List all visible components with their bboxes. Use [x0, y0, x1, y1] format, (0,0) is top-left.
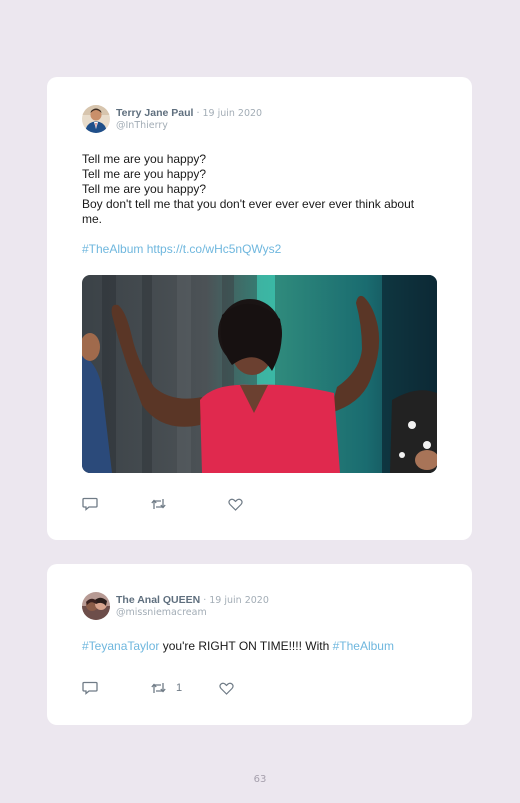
- heart-icon: [228, 498, 243, 511]
- reply-button[interactable]: [82, 681, 98, 695]
- tweet-card-2: The Anal QUEEN · 19 juin 2020 @missniema…: [47, 564, 472, 725]
- hashtag-link[interactable]: #TheAlbum: [82, 242, 143, 256]
- author-handle[interactable]: @InThierry: [116, 120, 262, 131]
- like-button[interactable]: [219, 682, 234, 695]
- retweet-button[interactable]: [150, 497, 176, 511]
- page-number: 63: [253, 774, 267, 785]
- url-link[interactable]: https://t.co/wHc5nQWys2: [147, 242, 282, 256]
- retweet-button[interactable]: 1: [150, 681, 182, 695]
- retweet-icon: [151, 683, 166, 693]
- tweet-line: Boy don't tell me that you don't ever ev…: [82, 197, 415, 226]
- tweet-body: you're RIGHT ON TIME!!!! With: [159, 639, 333, 653]
- retweet-icon: [151, 499, 166, 509]
- hashtag-link[interactable]: #TeyanaTaylor: [82, 639, 159, 653]
- avatar[interactable]: [82, 592, 110, 620]
- comment-icon: [82, 497, 98, 511]
- author-name[interactable]: Terry Jane Paul: [116, 107, 193, 119]
- author-block: The Anal QUEEN · 19 juin 2020 @missniema…: [116, 592, 269, 618]
- media-image: [82, 275, 437, 473]
- tweet-card-1: Terry Jane Paul · 19 juin 2020 @InThierr…: [47, 77, 472, 540]
- tweet-line: Tell me are you happy?: [82, 182, 207, 196]
- author-name[interactable]: The Anal QUEEN: [116, 594, 200, 606]
- hashtag-link[interactable]: #TheAlbum: [333, 639, 394, 653]
- tweet-actions: 1: [82, 681, 286, 695]
- tweet-media-gif[interactable]: [82, 275, 437, 473]
- tweet-line: Tell me are you happy?: [82, 167, 207, 181]
- author-handle[interactable]: @missniemacream: [116, 607, 269, 618]
- tweet-date: · 19 juin 2020: [203, 595, 269, 606]
- avatar[interactable]: [82, 105, 110, 133]
- tweet-line: Tell me are you happy?: [82, 152, 207, 166]
- retweet-count: 1: [176, 682, 183, 694]
- tweet-links: #TheAlbum https://t.co/wHc5nQWys2: [82, 242, 432, 257]
- tweet-header: The Anal QUEEN · 19 juin 2020 @missniema…: [82, 592, 269, 620]
- author-block: Terry Jane Paul · 19 juin 2020 @InThierr…: [116, 105, 262, 131]
- tweet-date: · 19 juin 2020: [196, 108, 263, 119]
- heart-icon: [219, 682, 234, 695]
- tweet-text: #TeyanaTaylor you're RIGHT ON TIME!!!! W…: [82, 639, 442, 654]
- reply-button[interactable]: [82, 497, 98, 511]
- comment-icon: [82, 681, 98, 695]
- like-button[interactable]: [228, 498, 243, 511]
- tweet-text: Tell me are you happy? Tell me are you h…: [82, 152, 432, 257]
- tweet-actions: [82, 497, 295, 511]
- tweet-header: Terry Jane Paul · 19 juin 2020 @InThierr…: [82, 105, 262, 133]
